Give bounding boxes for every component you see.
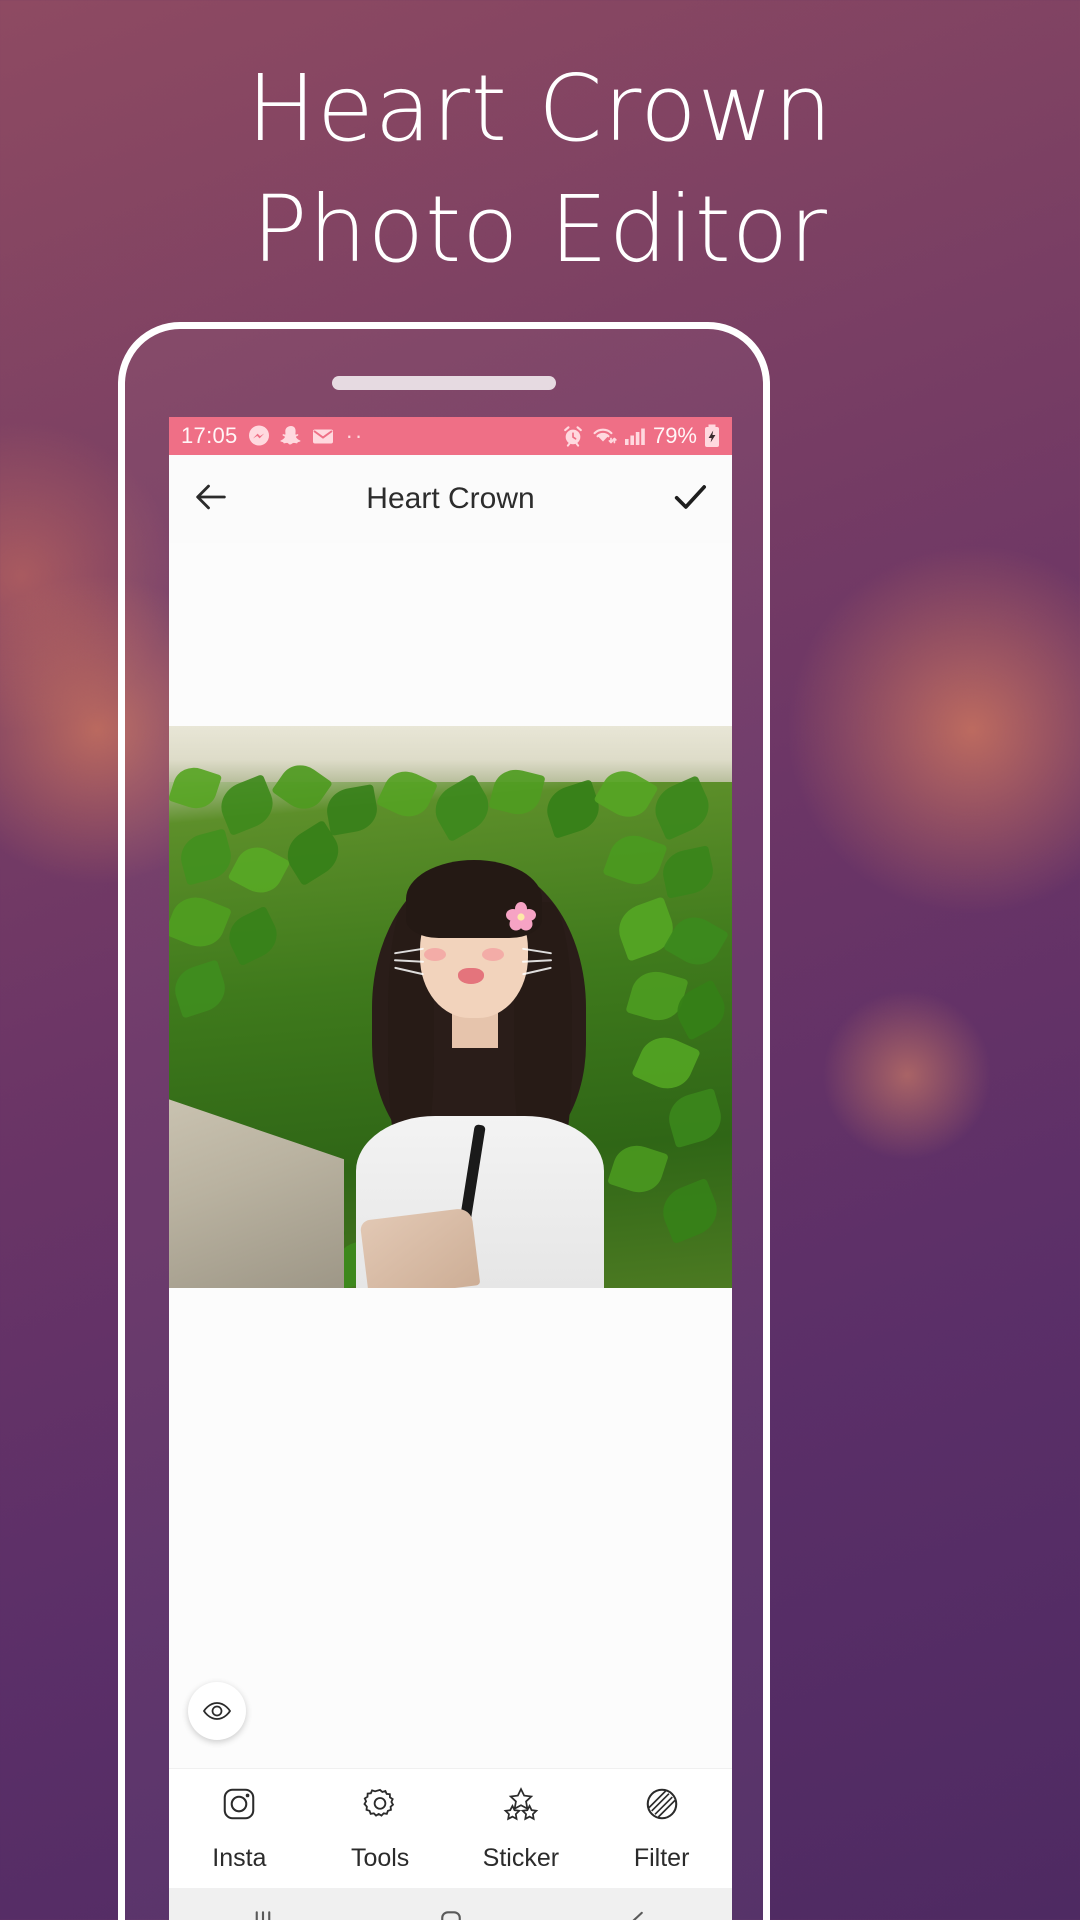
status-time: 17:05 [181, 423, 238, 448]
bottom-tab-bar: Insta Tools Sticker Filter [169, 1768, 732, 1888]
check-icon [674, 484, 706, 509]
snapchat-icon [279, 424, 302, 448]
promo-title-line-1: Heart Crown [246, 55, 834, 162]
status-bar: 17:05 ·· 79% [169, 417, 732, 455]
eye-icon [202, 1702, 232, 1720]
alarm-icon [562, 425, 584, 447]
android-nav-bar [169, 1888, 732, 1920]
recents-icon [255, 1910, 271, 1920]
tab-label-filter: Filter [633, 1843, 690, 1872]
phone-speaker [332, 376, 556, 390]
filter-layers-icon [643, 1785, 681, 1828]
edited-photo[interactable] [169, 726, 732, 1288]
mail-icon [311, 424, 335, 448]
instagram-camera-icon [220, 1785, 258, 1828]
app-toolbar: Heart Crown [169, 455, 732, 543]
tab-sticker[interactable]: Sticker [451, 1785, 592, 1873]
messenger-icon [247, 424, 271, 448]
home-button[interactable] [357, 1906, 545, 1920]
preview-toggle-button[interactable] [188, 1682, 246, 1740]
stars-icon [502, 1785, 540, 1828]
battery-charging-icon [704, 424, 720, 448]
nav-back-button[interactable] [544, 1906, 732, 1920]
phone-mockup: 17:05 ·· 79% Heart Crown Insta Tools Sti… [118, 322, 770, 1920]
back-button[interactable] [191, 477, 231, 522]
battery-percent: 79% [652, 423, 697, 448]
promo-title-line-2: Photo Editor [252, 176, 828, 284]
tab-filter[interactable]: Filter [591, 1785, 732, 1873]
arrow-left-icon [196, 484, 226, 509]
recents-button[interactable] [169, 1906, 357, 1920]
wifi-icon [591, 425, 617, 447]
promo-title: Heart Crown Photo Editor [0, 48, 1080, 291]
page-title: Heart Crown [366, 482, 535, 515]
photo-subject [354, 844, 604, 1288]
tab-tools[interactable]: Tools [310, 1785, 451, 1873]
back-chevron-icon [632, 1911, 643, 1920]
signal-bars-icon [624, 426, 646, 446]
overflow-dots: ·· [345, 423, 365, 448]
tab-insta[interactable]: Insta [169, 1785, 310, 1873]
editor-canvas[interactable] [169, 543, 732, 1768]
tab-label-tools: Tools [350, 1843, 410, 1872]
gear-icon [361, 1785, 399, 1828]
tab-label-sticker: Sticker [482, 1843, 560, 1872]
flower-sticker[interactable] [506, 902, 536, 932]
app-screen: 17:05 ·· 79% Heart Crown Insta Tools Sti… [169, 417, 732, 1920]
tab-label-insta: Insta [212, 1843, 267, 1872]
home-icon [440, 1910, 461, 1920]
confirm-button[interactable] [670, 477, 710, 522]
